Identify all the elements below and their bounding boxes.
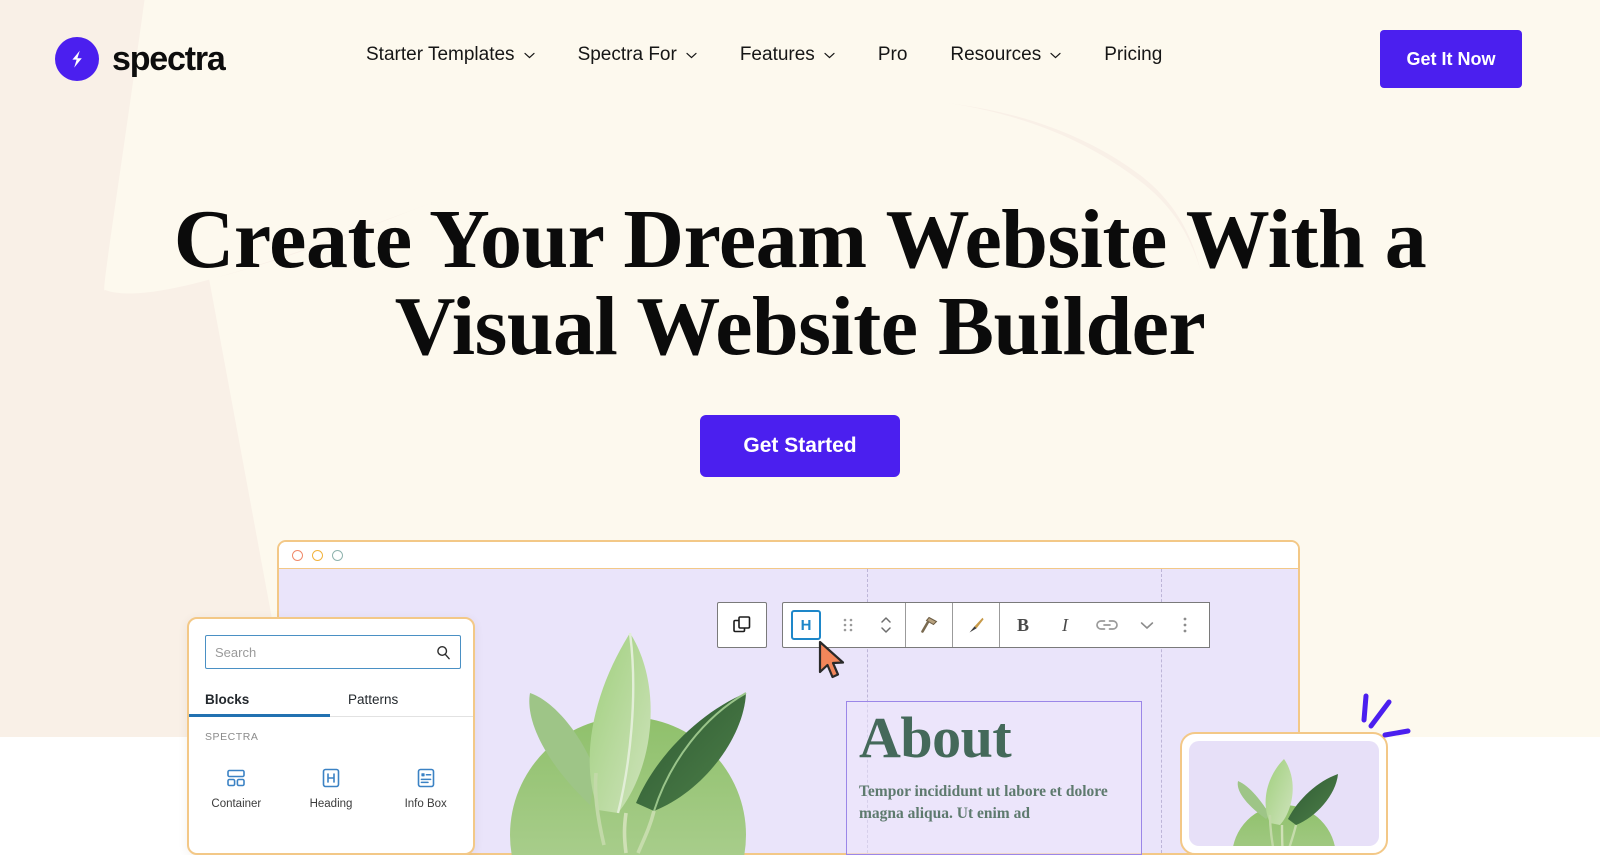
paintbrush-button[interactable] bbox=[953, 603, 999, 647]
get-it-now-button[interactable]: Get It Now bbox=[1380, 30, 1522, 88]
toolbar-group-format: B I bbox=[999, 603, 1164, 647]
block-item-container[interactable]: Container bbox=[189, 767, 284, 810]
tab-blocks[interactable]: Blocks bbox=[189, 683, 330, 718]
hammer-tool-button[interactable] bbox=[906, 603, 952, 647]
block-item-info-box[interactable]: Info Box bbox=[378, 767, 473, 810]
nav-item-pro[interactable]: Pro bbox=[856, 44, 929, 66]
nav-item-spectra-for[interactable]: Spectra For bbox=[556, 44, 718, 66]
nav-item-starter-templates[interactable]: Starter Templates bbox=[366, 44, 556, 66]
info-box-block-icon bbox=[417, 768, 434, 788]
block-search-field[interactable] bbox=[205, 635, 461, 669]
maximize-dot[interactable] bbox=[332, 549, 343, 561]
nav-label: Pro bbox=[877, 44, 908, 65]
tab-label: Blocks bbox=[205, 692, 250, 707]
bold-glyph: B bbox=[1016, 614, 1029, 635]
nav-item-resources[interactable]: Resources bbox=[928, 44, 1082, 66]
image-card-inner bbox=[1189, 741, 1379, 846]
copy-blocks-icon bbox=[733, 616, 751, 633]
spectra-bolt-icon bbox=[55, 37, 99, 81]
block-label: Heading bbox=[309, 798, 353, 810]
paintbrush-icon bbox=[969, 617, 984, 633]
vertical-ellipsis-icon bbox=[1183, 617, 1186, 633]
nav-label: Pricing bbox=[1104, 44, 1163, 65]
site-header: spectra Starter Templates Spectra For Fe… bbox=[0, 0, 1600, 118]
about-block-selected[interactable]: About Tempor incididunt ut labore et dol… bbox=[846, 701, 1142, 855]
more-formats-button[interactable] bbox=[1130, 603, 1164, 647]
about-heading: About bbox=[859, 705, 1012, 770]
container-block-icon bbox=[227, 769, 246, 787]
sparkle-accent-icon bbox=[1361, 693, 1411, 738]
image-card-bottom-right bbox=[1180, 732, 1388, 855]
italic-button[interactable]: I bbox=[1046, 603, 1084, 647]
block-category-label: SPECTRA bbox=[205, 731, 259, 743]
block-label: Container bbox=[211, 798, 262, 810]
chevron-down-icon bbox=[686, 52, 697, 58]
nav-item-pricing[interactable]: Pricing bbox=[1082, 44, 1183, 66]
inserter-tabs: Blocks Patterns bbox=[189, 683, 473, 718]
tab-patterns[interactable]: Patterns bbox=[330, 683, 473, 716]
block-label: Info Box bbox=[404, 798, 447, 810]
chevron-down-icon bbox=[523, 52, 535, 58]
magnifier-icon bbox=[437, 645, 450, 659]
drag-dots-icon bbox=[843, 618, 853, 632]
chevron-updown-icon bbox=[881, 617, 891, 633]
toolbar-group-tools bbox=[905, 603, 952, 647]
chevron-down-icon bbox=[1140, 621, 1154, 629]
link-icon bbox=[1096, 620, 1118, 630]
heading-block-icon bbox=[322, 768, 340, 788]
tab-label: Patterns bbox=[348, 692, 399, 707]
main-nav: Starter Templates Spectra For Features P… bbox=[366, 44, 1183, 66]
nav-item-features[interactable]: Features bbox=[718, 44, 856, 66]
copy-blocks-button[interactable] bbox=[717, 602, 767, 648]
move-block-button[interactable] bbox=[867, 603, 905, 647]
block-grid: Container Heading Info Box bbox=[189, 767, 473, 810]
block-inserter-panel: Blocks Patterns SPECTRA Container bbox=[187, 617, 475, 855]
editor-mockup: Blocks Patterns SPECTRA Container bbox=[0, 0, 1600, 855]
hammer-icon bbox=[921, 616, 938, 633]
chevron-down-icon bbox=[1050, 52, 1061, 58]
heading-glyph: H bbox=[791, 610, 821, 640]
about-paragraph: Tempor incididunt ut labore et dolore ma… bbox=[859, 783, 1108, 823]
browser-titlebar bbox=[279, 542, 1298, 569]
block-item-heading[interactable]: Heading bbox=[284, 767, 379, 810]
search-input[interactable] bbox=[215, 644, 436, 660]
link-button[interactable] bbox=[1084, 603, 1130, 647]
logo[interactable]: spectra bbox=[55, 37, 226, 81]
bold-button[interactable]: B bbox=[1000, 603, 1046, 647]
nav-label: Starter Templates bbox=[366, 44, 515, 65]
toolbar-overflow-button[interactable] bbox=[1160, 602, 1210, 648]
toolbar-group-style bbox=[952, 603, 999, 647]
logo-wordmark: spectra bbox=[112, 40, 226, 78]
chevron-down-icon bbox=[824, 52, 835, 58]
nav-label: Spectra For bbox=[577, 44, 677, 65]
nav-label: Features bbox=[739, 44, 815, 65]
minimize-dot[interactable] bbox=[312, 549, 323, 561]
close-dot[interactable] bbox=[292, 549, 303, 561]
nav-label: Resources bbox=[950, 44, 1042, 65]
mouse-cursor bbox=[818, 640, 845, 679]
plant-illustration-card bbox=[1233, 759, 1338, 846]
italic-glyph: I bbox=[1062, 614, 1068, 635]
